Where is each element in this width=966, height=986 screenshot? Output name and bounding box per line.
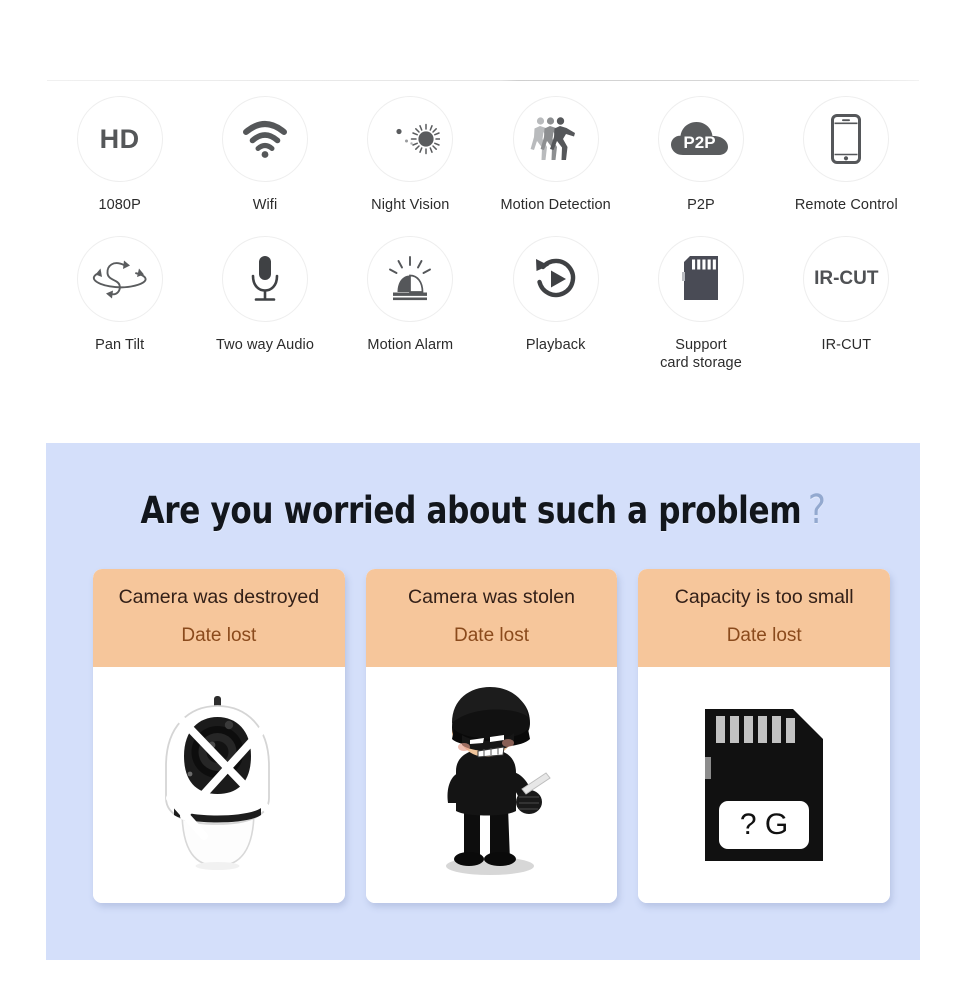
moon-sun-icon [387, 123, 441, 155]
wifi-icon [242, 121, 287, 158]
feature-label: Night Vision [371, 197, 450, 213]
problem-card[interactable]: Capacity is too small Date lost ? G [638, 569, 891, 904]
feature-label: Wifi [252, 197, 278, 213]
feature-item-pan-tilt[interactable]: Pan Tilt [47, 236, 192, 372]
product-feature-page: HD 1080P Wifi Night Vision Motion Detect… [0, 0, 966, 986]
feature-item-motion-detection[interactable]: Motion Detection [483, 96, 628, 214]
feature-label: Two way Audio [215, 337, 314, 354]
feature-item-support-card-storage[interactable]: Support card storage [628, 236, 773, 372]
problem-card-subtitle: Date lost [726, 625, 802, 647]
feature-item-1080p[interactable]: HD 1080P [47, 96, 192, 214]
smartphone-icon [831, 114, 862, 164]
problem-card-title: Camera was destroyed [118, 586, 320, 608]
feature-item-remote-control[interactable]: Remote Control [774, 96, 919, 214]
feature-label: Pan Tilt [95, 337, 145, 354]
thief-illustration [445, 687, 551, 876]
problem-card-image-area [365, 667, 618, 904]
problem-title-text: Are you worried about such a problem [140, 489, 802, 532]
feature-item-motion-alarm[interactable]: Motion Alarm [338, 236, 483, 372]
feature-label: Remote Control [794, 197, 898, 213]
feature-row-2: Pan Tilt Two way Audio Motion Alarm Play… [47, 236, 919, 372]
sd-card-illustration: ? G [705, 709, 824, 862]
problem-section-title: Are you worried about such a problem? [116, 487, 850, 533]
pan-tilt-rotation-icon [92, 260, 147, 299]
feature-item-night-vision[interactable]: Night Vision [338, 96, 483, 214]
feature-icon-circle [512, 96, 599, 182]
broken-camera-illustration [164, 696, 272, 871]
feature-icon-circle: HD [76, 96, 163, 182]
feature-icon-circle [803, 96, 890, 182]
problem-card-image-area: ? G [638, 667, 891, 904]
feature-label: Playback [525, 337, 586, 354]
feature-label: Motion Detection [500, 197, 611, 213]
feature-icon-circle [367, 236, 454, 323]
siren-alarm-icon [389, 256, 432, 301]
p2p-icon-text: P2P [683, 133, 715, 152]
sd-card-capacity-label: ? G [740, 808, 788, 841]
problem-card-image-area [93, 667, 345, 904]
problem-card[interactable]: Camera was destroyed Date lost [93, 569, 345, 904]
feature-icon-circle [512, 236, 599, 323]
ir-cut-text-icon: IR-CUT [814, 268, 879, 290]
problem-card[interactable]: Camera was stolen Date lost [365, 569, 618, 904]
feature-item-playback[interactable]: Playback [483, 236, 628, 372]
feature-icon-circle [221, 96, 308, 182]
feature-item-wifi[interactable]: Wifi [192, 96, 337, 214]
problem-card-header: Camera was stolen Date lost [365, 569, 618, 668]
rewind-play-icon [535, 258, 575, 298]
problem-card-header: Capacity is too small Date lost [638, 569, 891, 668]
feature-icon-circle [221, 236, 308, 323]
feature-item-two-way-audio[interactable]: Two way Audio [192, 236, 337, 372]
cloud-p2p-icon: P2P [670, 122, 728, 155]
question-mark-icon: ? [807, 487, 826, 533]
microphone-icon [251, 256, 279, 301]
feature-label: Support card storage [660, 337, 742, 372]
feature-label: IR-CUT [821, 337, 872, 354]
problem-card-header: Camera was destroyed Date lost [93, 569, 345, 668]
feature-icon-circle [657, 236, 744, 323]
feature-icon-circle [367, 96, 454, 182]
problem-card-subtitle: Date lost [454, 625, 529, 647]
feature-row-1: HD 1080P Wifi Night Vision Motion Detect… [47, 96, 919, 214]
problem-card-list: Camera was destroyed Date lost Camera wa… [93, 569, 891, 904]
feature-item-p2p[interactable]: P2P P2P [628, 96, 773, 214]
feature-icon-circle [76, 236, 163, 323]
feature-icon-grid: HD 1080P Wifi Night Vision Motion Detect… [47, 96, 919, 372]
walking-people-icon [530, 117, 575, 160]
top-divider [47, 80, 919, 81]
problem-section: Are you worried about such a problem? Ca… [46, 443, 920, 960]
sd-card-icon [681, 256, 718, 301]
feature-item-ir-cut[interactable]: IR-CUT IR-CUT [774, 236, 919, 372]
feature-label: 1080P [98, 197, 141, 213]
feature-icon-circle: P2P [657, 96, 744, 182]
problem-card-subtitle: Date lost [181, 625, 257, 647]
hd-icon: HD [99, 123, 140, 154]
feature-label: P2P [687, 197, 715, 213]
problem-card-title: Camera was stolen [408, 586, 575, 608]
problem-card-title: Capacity is too small [674, 586, 854, 608]
feature-label: Motion Alarm [367, 337, 454, 354]
feature-icon-circle: IR-CUT [803, 236, 890, 323]
